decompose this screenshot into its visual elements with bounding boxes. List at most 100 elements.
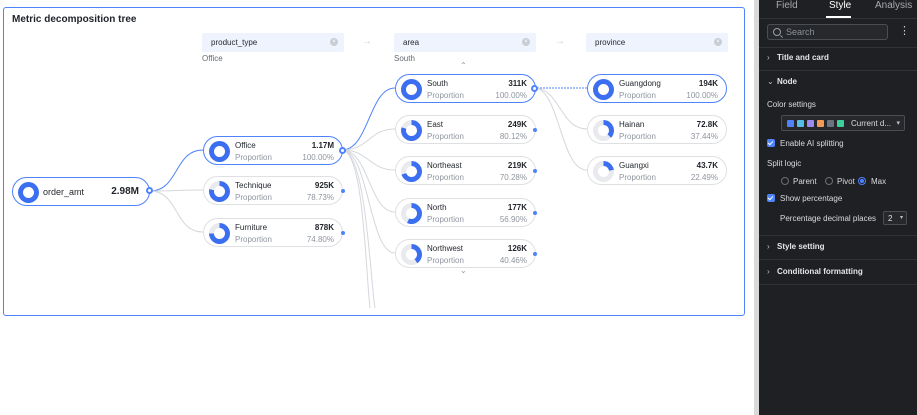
node-value: 177K	[507, 203, 527, 212]
node-value: 311K	[508, 79, 527, 88]
color-swatch	[787, 120, 794, 127]
node-name: Northeast	[427, 161, 462, 170]
tree-node[interactable]: Northeast 219K Proportion 70.28%	[395, 156, 536, 185]
tree-node[interactable]: Northwest 126K Proportion 40.46%	[395, 239, 536, 268]
column-header-label: province	[595, 38, 626, 47]
expand-handle[interactable]	[533, 169, 537, 173]
color-swatch	[797, 120, 804, 127]
tree-node[interactable]: East 249K Proportion 80.12%	[395, 115, 536, 144]
tree-node[interactable]: Hainan 72.8K Proportion 37.44%	[587, 115, 727, 144]
node-value: 2.98M	[111, 186, 139, 197]
expand-handle[interactable]	[533, 211, 537, 215]
expand-handle[interactable]	[533, 252, 537, 256]
root-node[interactable]: order_amt 2.98M	[12, 177, 150, 206]
donut-icon	[209, 223, 230, 244]
node-proportion-value: 100.00%	[686, 91, 718, 100]
node-proportion-value: 74.80%	[306, 235, 334, 244]
color-swatch	[817, 120, 824, 127]
search-icon	[773, 28, 781, 36]
section-style-setting[interactable]: › Style setting	[767, 242, 825, 251]
node-proportion-label: Proportion	[235, 193, 272, 202]
node-proportion-label: Proportion	[427, 91, 464, 100]
node-value: 219K	[507, 161, 527, 170]
chevron-right-icon: ›	[767, 53, 770, 62]
split-pivot-radio[interactable]	[825, 177, 833, 185]
close-icon[interactable]: ×	[522, 38, 530, 46]
tab-analysis[interactable]: Analysis	[875, 0, 912, 11]
node-proportion-value: 37.44%	[690, 132, 718, 141]
tree-node[interactable]: Technique 925K Proportion 78.73%	[203, 176, 343, 205]
chart-card[interactable]: Metric decomposition tree product_type ×…	[3, 7, 745, 316]
tree-node[interactable]: Guangxi 43.7K Proportion 22.49%	[587, 156, 727, 185]
split-option-label: Parent	[793, 177, 817, 186]
node-proportion-value: 70.28%	[499, 173, 527, 182]
split-max-radio[interactable]	[858, 177, 866, 185]
style-panel: Field Style Analysis Search ⋮ › Title and…	[759, 0, 917, 415]
split-option-label: Pivot	[837, 177, 855, 186]
node-value: 1.17M	[311, 141, 334, 150]
section-node[interactable]: ⌄ Node	[767, 77, 797, 86]
more-options-icon[interactable]: ⋮	[899, 26, 910, 37]
tree-node[interactable]: Guangdong 194K Proportion 100.00%	[587, 74, 727, 103]
arrow-right-icon: →	[555, 36, 565, 47]
color-scheme-select[interactable]: Current d... ▾	[781, 115, 905, 131]
column-header-area[interactable]: area ×	[394, 33, 536, 52]
node-name: North	[427, 203, 447, 212]
arrow-right-icon: →	[362, 36, 372, 47]
column-header-product-type[interactable]: product_type ×	[202, 33, 344, 52]
node-proportion-label: Proportion	[427, 132, 464, 141]
tree-node[interactable]: North 177K Proportion 56.90%	[395, 198, 536, 227]
node-proportion-value: 40.46%	[499, 256, 527, 265]
tab-style[interactable]: Style	[829, 0, 851, 11]
decimal-places-select[interactable]: 2 ▾	[883, 211, 907, 225]
column-header-province[interactable]: province ×	[586, 33, 728, 52]
node-proportion-value: 100.00%	[302, 153, 334, 162]
section-title-and-card[interactable]: › Title and card	[767, 53, 829, 62]
enable-ai-splitting-label: Enable AI splitting	[780, 139, 844, 148]
expand-handle[interactable]	[341, 189, 345, 193]
tree-node[interactable]: Furniture 878K Proportion 74.80%	[203, 218, 343, 247]
node-proportion-label: Proportion	[427, 256, 464, 265]
expand-handle[interactable]	[146, 187, 153, 194]
node-proportion-label: Proportion	[427, 215, 464, 224]
node-proportion-label: Proportion	[427, 173, 464, 182]
expand-handle[interactable]	[339, 147, 346, 154]
color-swatch	[807, 120, 814, 127]
chevron-up-icon[interactable]: ⌃	[460, 61, 467, 70]
column-selected-value: Office	[202, 54, 223, 63]
node-name: East	[427, 120, 444, 129]
search-input[interactable]: Search	[767, 24, 888, 40]
node-proportion-value: 56.90%	[499, 215, 527, 224]
chevron-down-icon: ▾	[899, 215, 903, 221]
color-settings-label: Color settings	[767, 100, 816, 109]
column-header-label: area	[403, 38, 420, 47]
tree-node[interactable]: South 311K Proportion 100.00%	[395, 74, 536, 103]
node-proportion-value: 80.12%	[499, 132, 527, 141]
expand-handle[interactable]	[341, 231, 345, 235]
donut-icon	[401, 203, 422, 224]
node-proportion-value: 100.00%	[495, 91, 527, 100]
split-parent-radio[interactable]	[781, 177, 789, 185]
node-value: 878K	[314, 223, 334, 232]
node-name: Office	[235, 141, 256, 150]
node-proportion-label: Proportion	[235, 153, 272, 162]
tab-field[interactable]: Field	[776, 0, 798, 11]
tree-node[interactable]: Office 1.17M Proportion 100.00%	[203, 136, 343, 165]
donut-icon	[401, 161, 422, 182]
donut-icon	[209, 141, 230, 162]
color-swatch	[827, 120, 834, 127]
expand-handle[interactable]	[531, 85, 538, 92]
donut-icon	[593, 120, 614, 141]
show-percentage-checkbox[interactable]	[767, 194, 775, 202]
section-conditional-formatting[interactable]: › Conditional formatting	[767, 267, 863, 276]
donut-icon	[401, 79, 422, 100]
decimal-places-label: Percentage decimal places	[780, 214, 877, 223]
chevron-right-icon: ›	[767, 267, 770, 276]
chevron-down-icon: ▾	[896, 120, 900, 127]
node-value: 249K	[507, 120, 527, 129]
node-proportion-label: Proportion	[235, 235, 272, 244]
close-icon[interactable]: ×	[330, 38, 338, 46]
close-icon[interactable]: ×	[714, 38, 722, 46]
enable-ai-splitting-checkbox[interactable]	[767, 139, 775, 147]
expand-handle[interactable]	[533, 128, 537, 132]
